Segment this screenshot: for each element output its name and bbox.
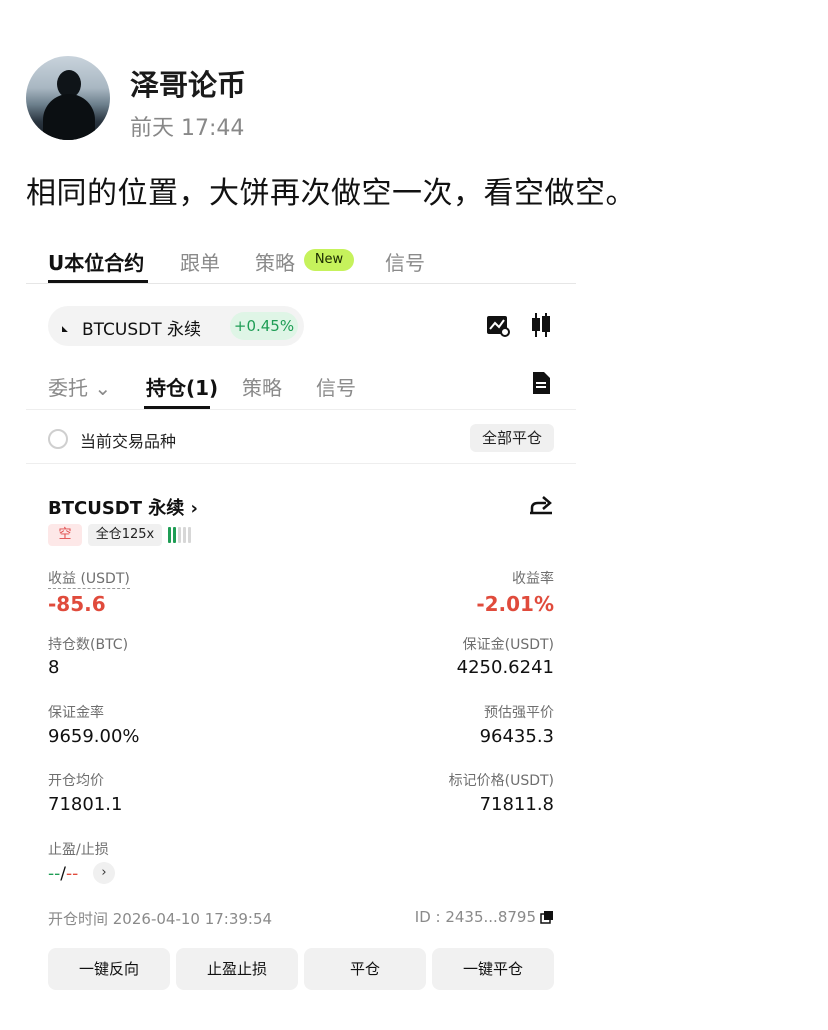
trading-screenshot: U本位合约 跟单 策略 New 信号 BTCUSDT 永续 +0.45% 委托 … [26,236,576,1026]
open-time: 开仓时间 2026-04-10 17:39:54 [48,910,273,928]
roe-label: 收益率 [512,571,554,587]
tab-copy-trading[interactable]: 跟单 [180,247,220,276]
close-all-top-button[interactable]: 全部平仓 [470,424,554,452]
current-symbol-label[interactable]: 当前交易品种 [80,428,176,452]
mark-price-label: 标记价格(USDT) [448,773,554,789]
tpsl-button[interactable]: 止盈止损 [176,948,298,990]
margin-ratio-value: 9659.00% [48,726,140,747]
position-symbol-title[interactable]: BTCUSDT 永续 › [48,494,198,520]
size-label: 持仓数(BTC) [48,637,129,653]
top-tab-bar: U本位合约 跟单 策略 New 信号 [26,236,576,284]
share-icon[interactable] [528,492,554,516]
author-name[interactable]: 泽哥论币 [130,62,246,104]
close-position-button[interactable]: 平仓 [304,948,426,990]
current-symbol-radio[interactable] [48,429,68,449]
tab-usdt-futures[interactable]: U本位合约 [48,247,144,276]
reverse-position-button[interactable]: 一键反向 [48,948,170,990]
active-subtab-indicator [144,406,210,409]
tpsl-value: --/-- [48,864,79,884]
new-badge: New [304,249,354,271]
liq-price-value: 96435.3 [479,726,554,747]
roe-value: -2.01% [476,592,554,616]
post-text: 相同的位置，大饼再次做空一次，看空做空。 [26,176,636,211]
tab-orders[interactable]: 委托 ⌄ [48,372,111,401]
mark-price-value: 71811.8 [479,794,554,815]
symbol-change-badge: +0.45% [230,312,298,340]
tpsl-chevron-icon[interactable]: › [93,862,115,884]
entry-price-value: 71801.1 [48,794,123,815]
close-all-button[interactable]: 一键平仓 [432,948,554,990]
position-tab-bar: 委托 ⌄ 持仓(1) 策略 信号 [26,366,576,410]
margin-mode-badge[interactable]: 全仓125x [88,524,162,546]
post-timestamp: 前天 17:44 [130,116,245,141]
symbol-selector[interactable]: BTCUSDT 永续 +0.45% [48,306,304,346]
tab-strategy[interactable]: 策略 [255,247,295,276]
post-header: 泽哥论币 前天 17:44 [26,54,806,144]
margin-label: 保证金(USDT) [462,637,554,653]
avatar[interactable] [26,56,110,140]
order-id: ID : 2435...8795 [414,908,536,926]
symbol-name: BTCUSDT 永续 [82,320,202,340]
risk-level-bars-icon [168,525,194,545]
tab-signals[interactable]: 信号 [385,247,425,276]
active-tab-indicator [48,280,148,283]
short-side-badge: 空 [48,524,82,546]
size-value: 8 [48,657,60,678]
document-icon[interactable] [531,371,551,395]
candlestick-icon[interactable] [530,312,552,338]
margin-ratio-label: 保证金率 [48,705,104,721]
pnl-label[interactable]: 收益 (USDT) [48,568,130,589]
tab-positions[interactable]: 持仓(1) [146,372,218,401]
tpsl-label: 止盈/止损 [48,842,109,858]
filter-row: 当前交易品种 全部平仓 [26,422,576,464]
chart-icon[interactable] [486,315,510,337]
pnl-value: -85.6 [48,592,106,616]
tab-sub-strategy[interactable]: 策略 [242,372,282,401]
entry-price-label: 开仓均价 [48,773,104,789]
liq-price-label: 预估强平价 [484,705,554,721]
margin-value: 4250.6241 [456,657,554,678]
copy-icon[interactable] [540,910,554,924]
tab-sub-signals[interactable]: 信号 [316,372,356,401]
symbol-icon [62,319,75,332]
